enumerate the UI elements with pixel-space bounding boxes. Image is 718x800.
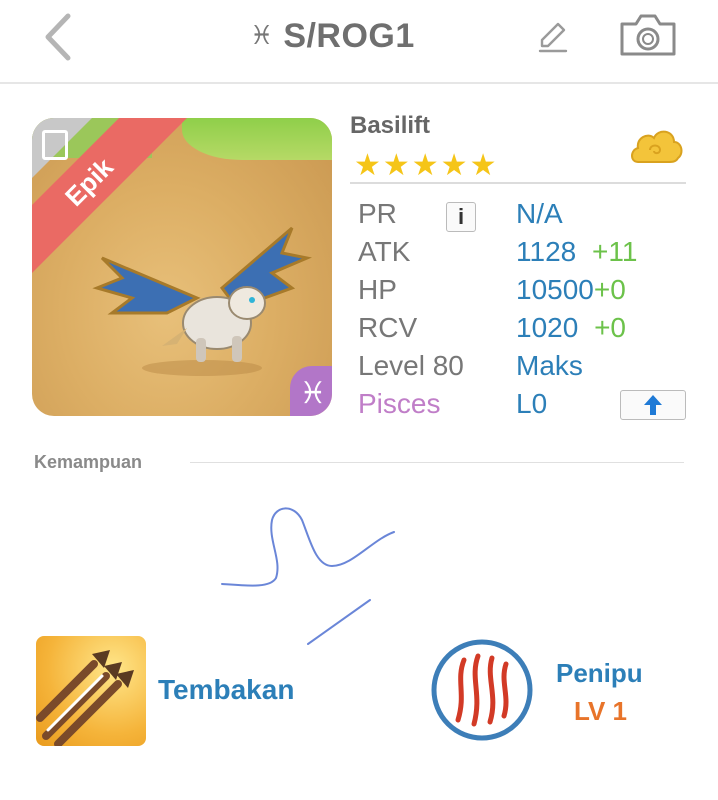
leader-skill-name: Penipu	[556, 658, 643, 688]
leader-skill-icon[interactable]	[430, 638, 534, 742]
arrows-icon	[36, 650, 134, 746]
claw-marks-icon	[431, 639, 533, 741]
skill-icon[interactable]	[36, 636, 146, 746]
leader-skill-level: LV 1	[574, 696, 627, 726]
skill-name: Tembakan	[158, 674, 295, 705]
